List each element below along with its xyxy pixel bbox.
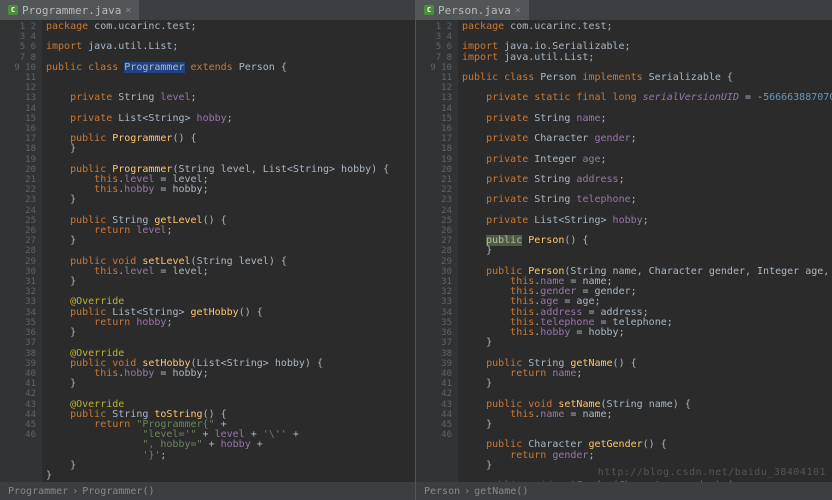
breadcrumb-item[interactable]: Programmer	[8, 486, 68, 497]
left-editor-pane: C Programmer.java × 1 2 3 4 5 6 7 8 9 10…	[0, 0, 416, 500]
breadcrumb-item[interactable]: Programmer()	[82, 486, 154, 497]
right-editor-pane: C Person.java × 1 2 3 4 5 6 7 8 9 10 11 …	[416, 0, 832, 500]
breadcrumb-left[interactable]: Programmer › Programmer()	[0, 482, 415, 500]
close-icon[interactable]: ×	[125, 5, 131, 16]
tab-label: Person.java	[438, 4, 511, 17]
gutter-icons-right	[416, 20, 426, 482]
close-icon[interactable]: ×	[515, 5, 521, 16]
line-gutter-right: 1 2 3 4 5 6 7 8 9 10 11 12 13 14 15 16 1…	[426, 20, 458, 482]
java-file-icon: C	[8, 5, 18, 15]
tab-person[interactable]: C Person.java ×	[416, 0, 529, 20]
chevron-right-icon: ›	[464, 486, 470, 497]
code-right[interactable]: package com.ucarinc.test; import java.io…	[458, 20, 832, 482]
code-area-left[interactable]: 1 2 3 4 5 6 7 8 9 10 11 12 13 14 15 16 1…	[0, 20, 415, 482]
tab-bar-left: C Programmer.java ×	[0, 0, 415, 20]
split-editor: C Programmer.java × 1 2 3 4 5 6 7 8 9 10…	[0, 0, 832, 500]
breadcrumb-item[interactable]: getName()	[474, 486, 528, 497]
code-left[interactable]: package com.ucarinc.test; import java.ut…	[42, 20, 415, 482]
line-gutter-left: 1 2 3 4 5 6 7 8 9 10 11 12 13 14 15 16 1…	[10, 20, 42, 482]
gutter-icons-left	[0, 20, 10, 482]
breadcrumb-item[interactable]: Person	[424, 486, 460, 497]
tab-programmer[interactable]: C Programmer.java ×	[0, 0, 139, 20]
watermark: http://blog.csdn.net/baidu_38404101	[598, 467, 826, 478]
tab-bar-right: C Person.java ×	[416, 0, 832, 20]
tab-label: Programmer.java	[22, 4, 121, 17]
breadcrumb-right[interactable]: Person › getName()	[416, 482, 832, 500]
chevron-right-icon: ›	[72, 486, 78, 497]
code-area-right[interactable]: 1 2 3 4 5 6 7 8 9 10 11 12 13 14 15 16 1…	[416, 20, 832, 482]
java-file-icon: C	[424, 5, 434, 15]
